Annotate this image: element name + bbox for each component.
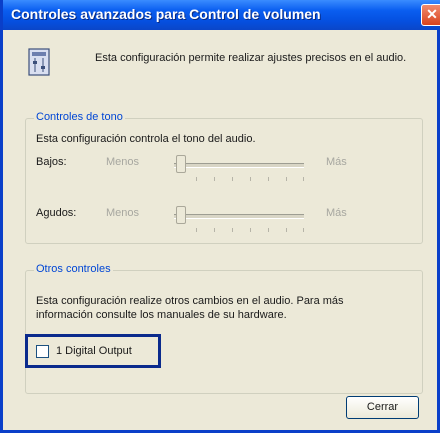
advanced-volume-dialog: Controles avanzados para Control de volu… <box>0 0 440 433</box>
digital-output-label[interactable]: 1 Digital Output <box>56 345 132 357</box>
treble-min-label: Menos <box>106 207 140 219</box>
close-button[interactable]: Cerrar <box>346 396 419 419</box>
title-bar[interactable]: Controles avanzados para Control de volu… <box>3 0 440 30</box>
bass-slider-track[interactable] <box>174 163 304 168</box>
digital-output-highlight: 1 Digital Output <box>25 334 161 368</box>
treble-slider-thumb[interactable] <box>176 206 186 224</box>
bass-max-label: Más <box>326 156 347 168</box>
bass-slider-thumb[interactable] <box>176 155 186 173</box>
bass-label: Bajos: <box>36 156 67 168</box>
tone-description: Esta configuración controla el tono del … <box>36 133 256 145</box>
other-controls-group: Otros controles Esta configuración reali… <box>25 263 423 394</box>
treble-max-label: Más <box>326 207 347 219</box>
window-title: Controles avanzados para Control de volu… <box>11 6 321 22</box>
tone-group-legend: Controles de tono <box>34 111 125 123</box>
other-description-line2: información consulte los manuales de su … <box>36 309 287 321</box>
close-icon[interactable]: ✕ <box>421 4 440 26</box>
treble-slider-ticks <box>196 228 304 232</box>
tone-controls-group: Controles de tono Esta configuración con… <box>25 111 423 244</box>
header-description: Esta configuración permite realizar ajus… <box>95 52 407 64</box>
other-group-legend: Otros controles <box>34 263 113 275</box>
treble-label: Agudos: <box>36 207 77 219</box>
speaker-settings-icon <box>28 48 50 76</box>
bass-min-label: Menos <box>106 156 140 168</box>
bass-slider-ticks <box>196 177 304 181</box>
other-description-line1: Esta configuración realize otros cambios… <box>36 295 344 307</box>
treble-slider-track[interactable] <box>174 214 304 219</box>
digital-output-checkbox[interactable] <box>36 345 49 358</box>
